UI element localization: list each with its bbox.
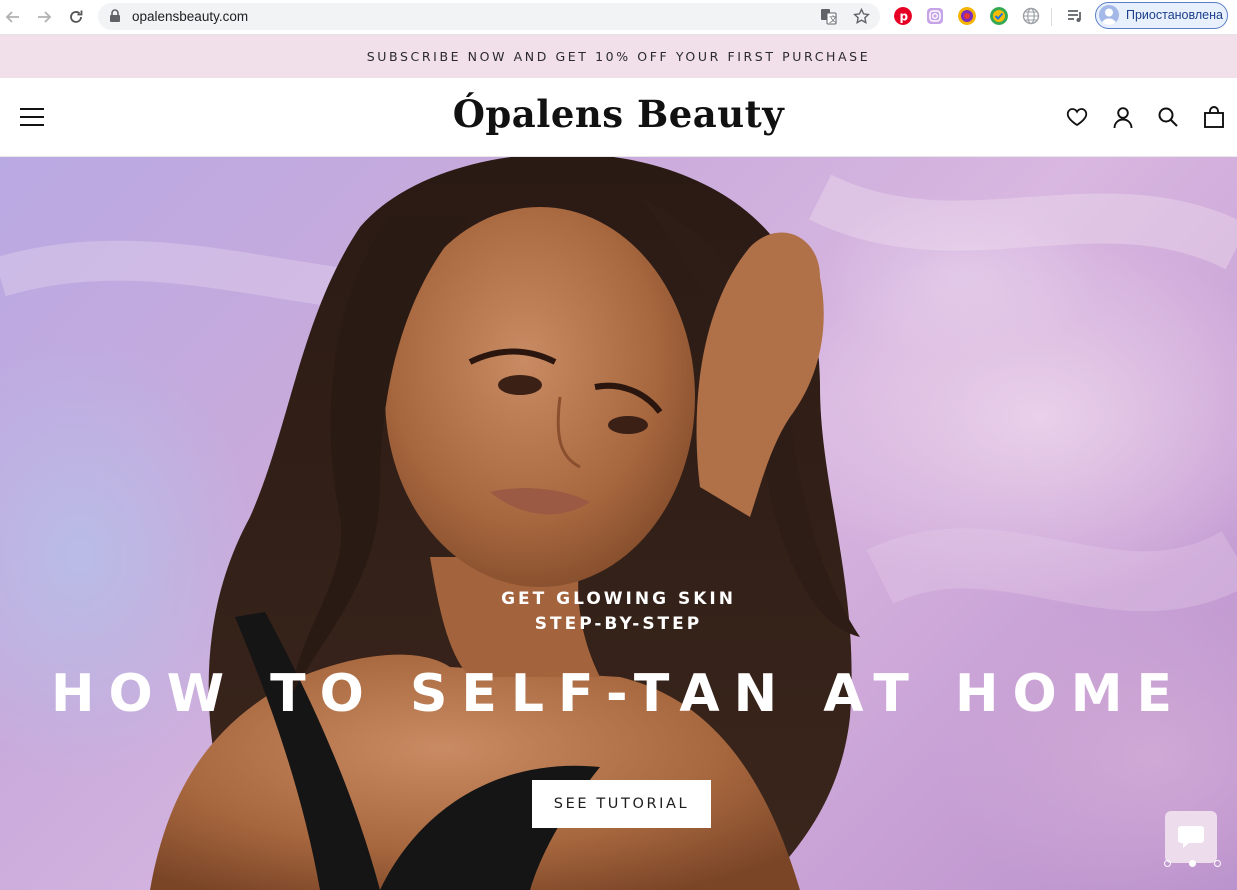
arrow-left-icon: [5, 11, 19, 23]
account-icon[interactable]: [1111, 105, 1135, 129]
extension-check-icon[interactable]: [990, 7, 1008, 25]
announcement-bar[interactable]: SUBSCRIBE NOW AND GET 10% OFF YOUR FIRST…: [0, 35, 1237, 78]
site-logo[interactable]: Ópalens Beauty: [0, 92, 1237, 136]
translate-icon[interactable]: 文: [820, 8, 837, 25]
slide-dot-2[interactable]: [1189, 860, 1196, 867]
svg-text:p: p: [900, 10, 909, 24]
bag-icon[interactable]: [1202, 105, 1226, 129]
toolbar-divider: [1051, 8, 1052, 26]
instagram-extension-icon[interactable]: [926, 7, 944, 25]
arrow-right-icon: [38, 11, 52, 23]
reload-icon: [70, 10, 83, 23]
extension-circle-icon[interactable]: [958, 7, 976, 25]
hero-subtitle: GET GLOWING SKIN STEP-BY-STEP: [0, 587, 1237, 637]
hero-title: HOW TO SELF-TAN AT HOME: [50, 664, 1186, 724]
announcement-text: SUBSCRIBE NOW AND GET 10% OFF YOUR FIRST…: [366, 49, 871, 64]
profile-button[interactable]: Приостановлена: [1095, 2, 1228, 29]
globe-extension-icon[interactable]: [1022, 7, 1040, 25]
bookmark-star-icon[interactable]: [853, 8, 870, 25]
lock-icon: [110, 9, 120, 22]
hero-subtitle-line1: GET GLOWING SKIN: [501, 589, 736, 609]
address-bar[interactable]: opalensbeauty.com 文: [98, 3, 880, 30]
heart-icon[interactable]: [1065, 105, 1089, 129]
user-silhouette-icon: [1102, 8, 1116, 25]
reload-button[interactable]: [64, 5, 88, 29]
chat-bubble-icon: [1178, 826, 1204, 848]
media-playlist-icon[interactable]: [1066, 7, 1084, 25]
site-header: Ópalens Beauty: [0, 78, 1237, 157]
chat-button[interactable]: [1165, 811, 1217, 863]
search-icon[interactable]: [1156, 105, 1180, 129]
slide-dot-1[interactable]: [1164, 860, 1171, 867]
svg-text:文: 文: [829, 14, 837, 24]
see-tutorial-button[interactable]: SEE TUTORIAL: [532, 780, 711, 828]
slide-dot-3[interactable]: [1214, 860, 1221, 867]
avatar: [1099, 5, 1119, 25]
profile-status-label: Приостановлена: [1126, 8, 1223, 22]
pinterest-extension-icon[interactable]: p: [894, 7, 912, 25]
hero-subtitle-line2: STEP-BY-STEP: [534, 614, 703, 634]
browser-toolbar: opalensbeauty.com 文 p Приостановлена: [0, 0, 1237, 35]
back-button[interactable]: [1, 5, 25, 29]
forward-button[interactable]: [32, 5, 56, 29]
hero-banner[interactable]: GET GLOWING SKIN STEP-BY-STEP HOW TO SEL…: [0, 157, 1237, 890]
url-text: opalensbeauty.com: [132, 9, 249, 24]
